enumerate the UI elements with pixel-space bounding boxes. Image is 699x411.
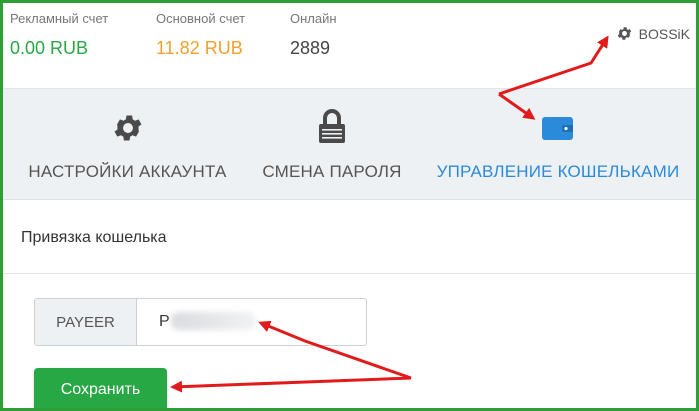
lock-icon bbox=[319, 109, 345, 143]
main-account-label: Основной счет bbox=[156, 11, 246, 26]
tab-account-settings[interactable]: НАСТРОЙКИ АККАУНТА bbox=[20, 89, 235, 201]
arrow-to-save-button bbox=[170, 376, 412, 393]
ad-account-label: Рекламный счет bbox=[10, 11, 109, 26]
ad-account-value: 0.00 RUB bbox=[10, 38, 89, 58]
divider bbox=[3, 273, 696, 274]
stats-header: Рекламный счет 0.00 RUB Основной счет 11… bbox=[3, 3, 696, 88]
online-label: Онлайн bbox=[290, 11, 337, 26]
gear-icon bbox=[114, 115, 141, 141]
payment-system-addon: PAYEER bbox=[35, 299, 137, 345]
redacted-wallet-number bbox=[171, 312, 256, 330]
tab-change-password[interactable]: СМЕНА ПАРОЛЯ bbox=[258, 89, 406, 201]
tab-wallet-management[interactable]: УПРАВЛЕНИЕ КОШЕЛЬКАМИ bbox=[428, 89, 688, 201]
main-account-stat: Основной счет 11.82 RUB bbox=[156, 11, 245, 59]
wallet-icon bbox=[542, 117, 573, 140]
user-menu[interactable]: BOSSiK bbox=[616, 25, 690, 42]
save-button[interactable]: Сохранить bbox=[34, 368, 167, 408]
settings-tabs: НАСТРОЙКИ АККАУНТА СМЕНА ПАРОЛЯ УПРАВЛЕН… bbox=[3, 88, 696, 200]
username: BOSSiK bbox=[638, 25, 690, 42]
online-value: 2889 bbox=[290, 38, 331, 58]
section-title: Привязка кошелька bbox=[21, 229, 167, 246]
tab-label: НАСТРОЙКИ АККАУНТА bbox=[28, 162, 227, 181]
online-stat: Онлайн 2889 bbox=[290, 11, 337, 59]
page-frame: Рекламный счет 0.00 RUB Основной счет 11… bbox=[3, 3, 696, 408]
tab-label: СМЕНА ПАРОЛЯ bbox=[262, 162, 402, 181]
main-account-value: 11.82 RUB bbox=[156, 38, 243, 58]
tab-label: УПРАВЛЕНИЕ КОШЕЛЬКАМИ bbox=[436, 162, 680, 181]
gear-icon bbox=[617, 27, 631, 40]
ad-account-stat: Рекламный счет 0.00 RUB bbox=[10, 11, 108, 59]
